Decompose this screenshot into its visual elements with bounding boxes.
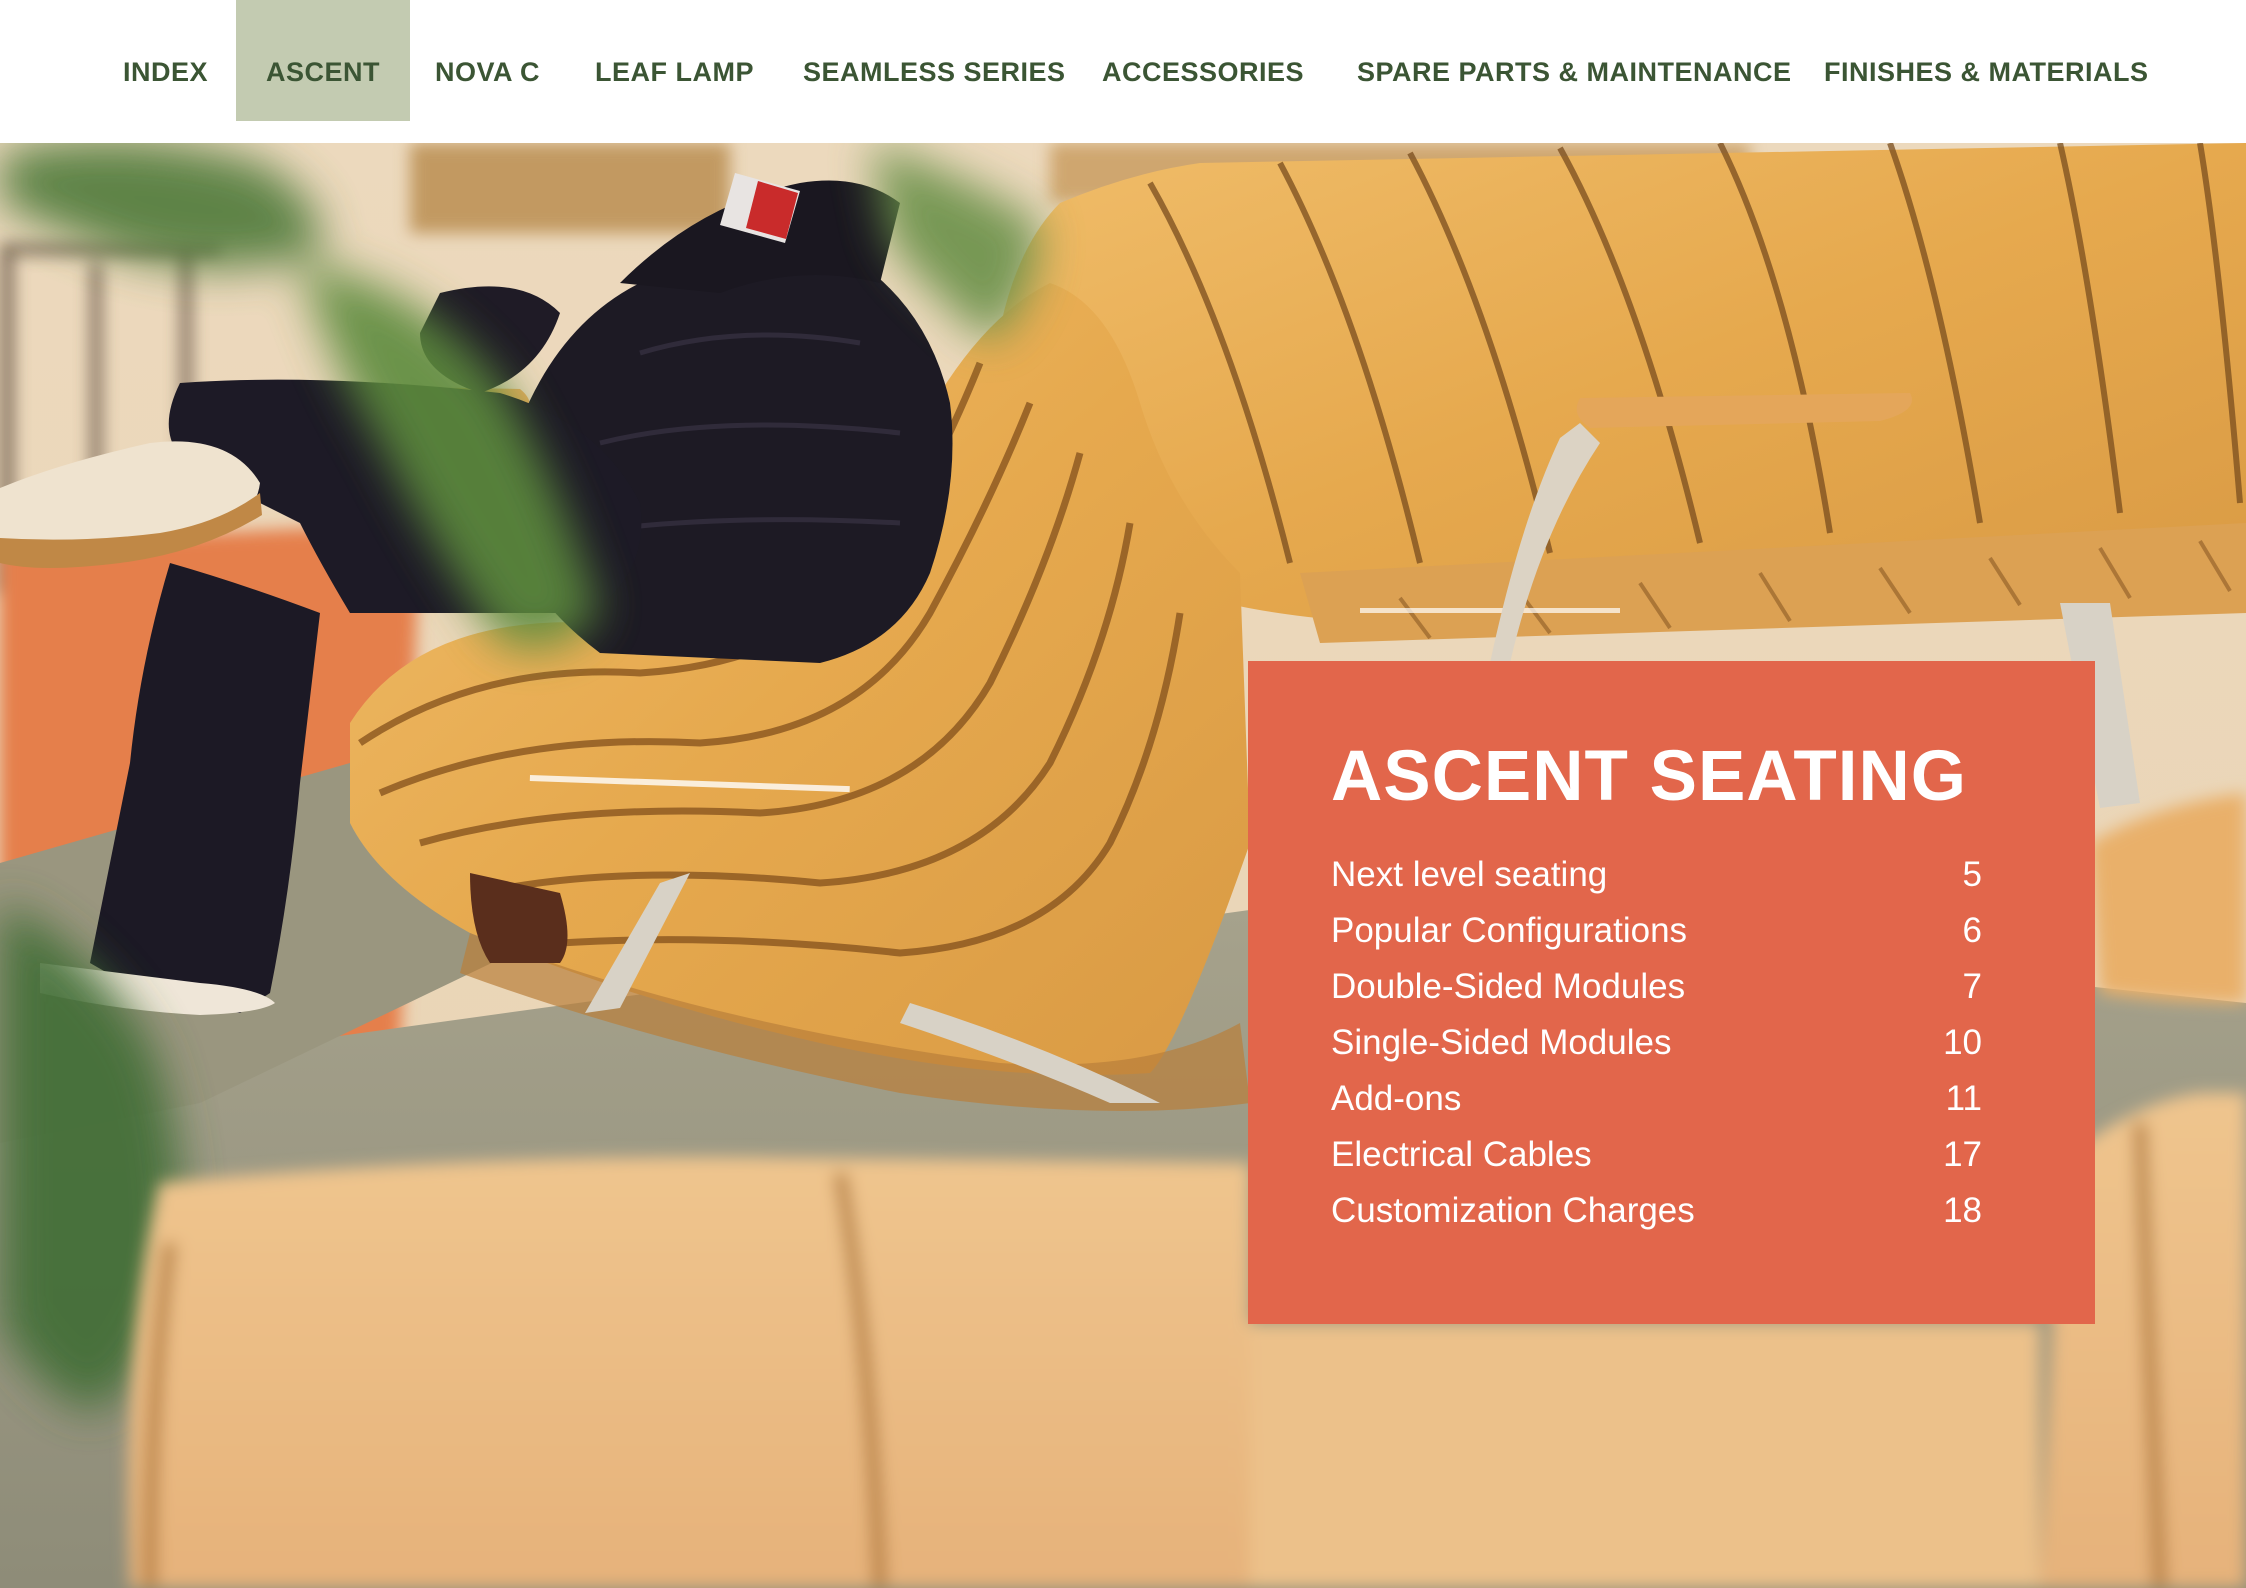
toc-entry-customization-charges[interactable]: Customization Charges 18 (1331, 1183, 1982, 1239)
toc-entry-label: Customization Charges (1331, 1191, 1695, 1230)
nav-tab-leaf-lamp[interactable]: LEAF LAMP (595, 0, 754, 121)
toc-entry-page: 6 (1962, 911, 1982, 950)
toc-entry-page: 10 (1943, 1023, 1982, 1062)
toc-entry-electrical-cables[interactable]: Electrical Cables 17 (1331, 1127, 1982, 1183)
toc-entry-page: 5 (1962, 855, 1982, 894)
nav-tab-finishes-materials[interactable]: FINISHES & MATERIALS (1824, 0, 2149, 121)
toc-list: Next level seating 5 Popular Configurati… (1331, 847, 1982, 1239)
nav-tab-index[interactable]: INDEX (123, 0, 208, 121)
nav-tab-spare-parts-maintenance[interactable]: SPARE PARTS & MAINTENANCE (1357, 0, 1792, 121)
toc-entry-double-sided-modules[interactable]: Double-Sided Modules 7 (1331, 959, 1982, 1015)
toc-entry-next-level-seating[interactable]: Next level seating 5 (1331, 847, 1982, 903)
toc-entry-page: 18 (1943, 1191, 1982, 1230)
toc-entry-label: Next level seating (1331, 855, 1608, 894)
toc-entry-page: 11 (1945, 1079, 1982, 1118)
toc-entry-label: Popular Configurations (1331, 911, 1688, 950)
top-navigation: INDEX ASCENT NOVA C LEAF LAMP SEAMLESS S… (0, 0, 2246, 143)
nav-tab-ascent[interactable]: ASCENT (236, 0, 410, 121)
toc-entry-page: 7 (1962, 967, 1982, 1006)
toc-entry-add-ons[interactable]: Add-ons 11 (1331, 1071, 1982, 1127)
toc-entry-label: Double-Sided Modules (1331, 967, 1686, 1006)
toc-entry-label: Add-ons (1331, 1079, 1462, 1118)
toc-entry-label: Electrical Cables (1331, 1135, 1592, 1174)
nav-tab-seamless-series[interactable]: SEAMLESS SERIES (803, 0, 1066, 121)
toc-entry-label: Single-Sided Modules (1331, 1023, 1672, 1062)
table-of-contents-card: ASCENT SEATING Next level seating 5 Popu… (1248, 661, 2095, 1324)
toc-entry-popular-configurations[interactable]: Popular Configurations 6 (1331, 903, 1982, 959)
section-title: ASCENT SEATING (1331, 737, 1967, 816)
nav-tab-accessories[interactable]: ACCESSORIES (1102, 0, 1304, 121)
nav-tab-nova-c[interactable]: NOVA C (435, 0, 540, 121)
toc-entry-single-sided-modules[interactable]: Single-Sided Modules 10 (1331, 1015, 1982, 1071)
toc-entry-page: 17 (1943, 1135, 1982, 1174)
